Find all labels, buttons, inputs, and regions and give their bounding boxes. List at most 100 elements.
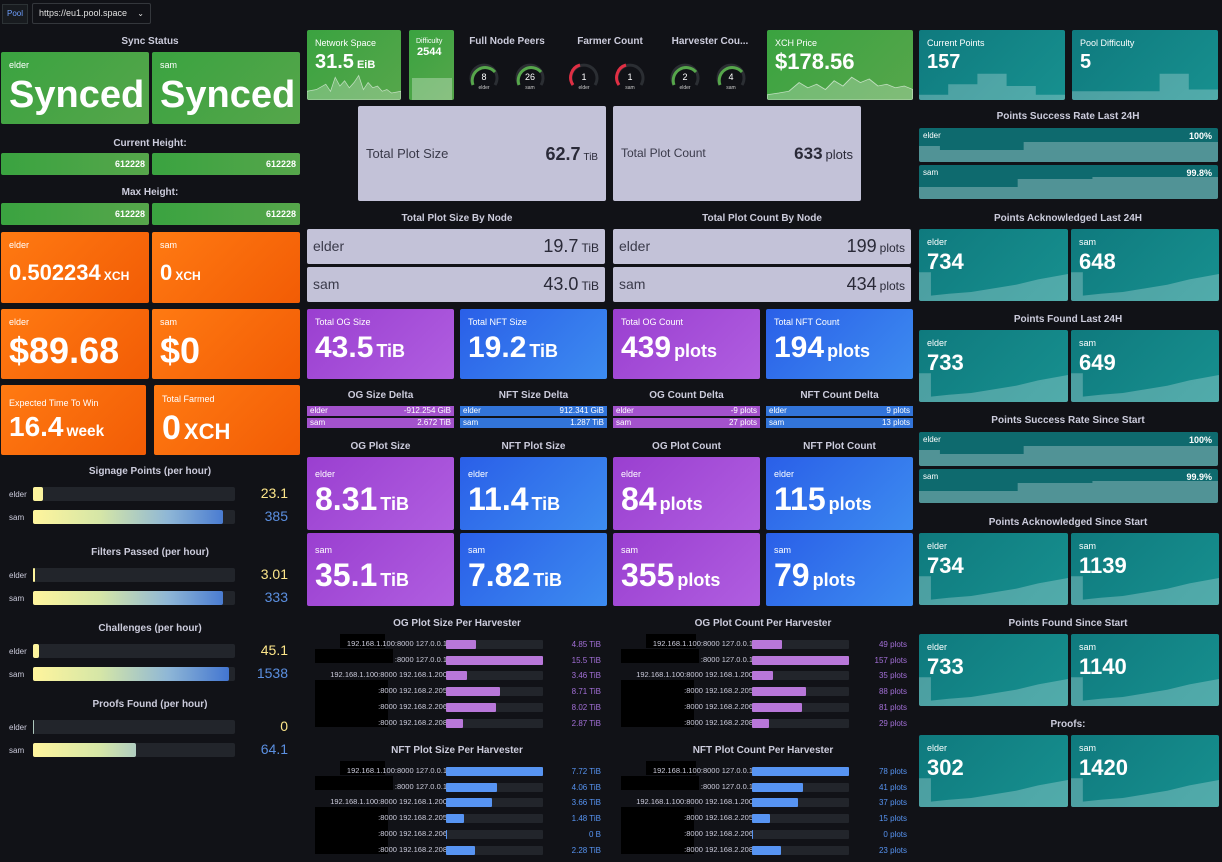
delta-row: elder -9 plots [613,406,760,416]
harvester-bar [752,655,849,665]
found_start-panel[interactable]: elder 733 [919,634,1068,706]
success_start-row[interactable]: sam 99.9% [919,469,1218,503]
node-value: 43.0 TiB [543,274,599,295]
harvester-label: :8000 192.168.2.206 [378,828,447,838]
plot-panel[interactable]: elder 84 plots [613,457,760,530]
success-rate-value: 99.8% [1186,168,1212,178]
current-points-label: Current Points [927,38,985,48]
node-name: sam [619,276,646,292]
bar-fill [446,687,501,697]
plot-panel[interactable]: elder 115 plots [766,457,913,530]
plot-panel[interactable]: elder 8.31 TiB [307,457,454,530]
unit: TiB [531,494,561,514]
gauge-value: 8 [481,72,487,82]
bar-fill [752,702,803,712]
sync-elder-panel[interactable]: elder Synced [1,52,149,124]
plot-panel[interactable]: elder 11.4 TiB [460,457,607,530]
found_24h-panel[interactable]: sam 649 [1071,330,1219,402]
node-name: sam [1079,338,1097,348]
harvester-bar [752,829,849,839]
node-name: elder [927,541,948,551]
xch-price-sparkline [767,76,913,100]
found_24h-panel[interactable]: elder 733 [919,330,1068,402]
harvester-value: 49 plots [878,640,907,649]
ack_start-title: Points Acknowledged Since Start [988,517,1148,528]
success_24h-row[interactable]: elder 100% [919,128,1218,162]
node-label: elder [9,490,27,499]
unit: TiB [380,494,409,514]
pool-url-select[interactable]: https://eu1.pool.space ⌄ [32,3,151,24]
total-farmed-unit: XCH [183,419,231,444]
harvester-value: 2.28 TiB [571,845,601,855]
plot-panel-title: OG Plot Count [652,441,721,452]
plot-panel[interactable]: sam 7.82 TiB [460,533,607,606]
proofs-panel[interactable]: elder 302 [919,735,1068,807]
ack_24h-panel[interactable]: sam 648 [1071,229,1219,301]
harvester-bar [446,845,543,855]
peers-gauge[interactable]: 8 elder [468,60,500,92]
value: 8.31 [315,481,378,517]
farmers-gauge[interactable]: 1 elder [568,60,600,92]
found_start-panel[interactable]: sam 1140 [1071,634,1219,706]
balance-usd-elder[interactable]: elder $89.68 [1,309,149,379]
success_24h-row[interactable]: sam 99.8% [919,165,1218,199]
node-name: sam [1079,541,1097,551]
plot-panel[interactable]: sam 35.1 TiB [307,533,454,606]
sync-status-value: Synced [160,74,296,116]
harvester-label: 192.168.1.100:8000 127.0.0.1 [652,766,753,775]
pool-url-value: https://eu1.pool.space [39,8,128,18]
size_by_node-row[interactable]: elder 19.7 TiB [307,229,605,264]
plot-panel-title: OG Plot Size [350,441,411,452]
xch-price-panel[interactable]: XCH Price $178.56 [767,30,913,100]
node-name: elder [621,469,642,479]
bar-fill [446,814,465,824]
chevron-down-icon: ⌄ [137,9,144,18]
balance-usd-sam[interactable]: sam $0 [152,309,300,379]
count_by_node-row[interactable]: sam 434 plots [613,267,911,302]
ack_start-panel[interactable]: sam 1139 [1071,533,1219,605]
harvester-value: 15.5 TiB [571,655,601,665]
harvesters-gauge[interactable]: 2 elder [669,60,701,92]
network-space-panel[interactable]: Network Space 31.5 EiB [307,30,401,100]
total-panel[interactable]: Total OG Count 439 plots [613,309,760,379]
harvester-label: :8000 192.168.2.205 [378,813,447,823]
proofs-title: Proofs: [1050,719,1086,730]
expected-time-panel[interactable]: Expected Time To Win 16.4 week [1,385,146,455]
success_start-row[interactable]: elder 100% [919,432,1218,466]
harvester-value: 8.71 TiB [571,687,601,697]
total-farmed-panel[interactable]: Total Farmed 0 XCH [154,385,300,455]
farmers-gauge[interactable]: 1 sam [614,60,646,92]
peers-gauge[interactable]: 26 sam [514,60,546,92]
total-panel[interactable]: Total OG Size 43.5 TiB [307,309,454,379]
bar-fill [33,644,40,658]
harvester-value: 78 plots [878,767,907,776]
ack_start-panel[interactable]: elder 734 [919,533,1068,605]
delta-title: NFT Size Delta [498,390,569,401]
balance-xch-sam[interactable]: sam 0 XCH [152,232,300,303]
total-plot-size-panel[interactable]: Total Plot Size 62.7 TiB [358,106,606,201]
current-points-panel[interactable]: Current Points 157 [919,30,1065,100]
total-plot-count-panel[interactable]: Total Plot Count 633 plots [613,106,861,201]
node-label: elder [9,647,27,656]
sync-sam-panel[interactable]: sam Synced [152,52,300,124]
plot-panel[interactable]: sam 79 plots [766,533,913,606]
ack_24h-panel[interactable]: elder 734 [919,229,1068,301]
total-panel[interactable]: Total NFT Size 19.2 TiB [460,309,607,379]
total-label: Total NFT Count [774,317,840,327]
harvester-bar [446,687,543,697]
farmer-count-title: Farmer Count [577,36,643,47]
value: 7.82 [468,557,531,593]
value: 11.4 [468,481,529,517]
balance-value: 0 [160,260,173,285]
proofs-panel[interactable]: sam 1420 [1071,735,1219,807]
unit: plots [677,570,721,590]
count_by_node-row[interactable]: elder 199 plots [613,229,911,264]
harvesters-gauge[interactable]: 4 sam [715,60,747,92]
total-panel[interactable]: Total NFT Count 194 plots [766,309,913,379]
pool-difficulty-panel[interactable]: Pool Difficulty 5 [1072,30,1218,100]
balance-xch-elder[interactable]: elder 0.502234 XCH [1,232,149,303]
size_by_node-row[interactable]: sam 43.0 TiB [307,267,605,302]
difficulty-panel[interactable]: Difficulty 2544 [409,30,454,100]
plot-panel[interactable]: sam 355 plots [613,533,760,606]
delta-title: OG Count Delta [649,390,724,401]
